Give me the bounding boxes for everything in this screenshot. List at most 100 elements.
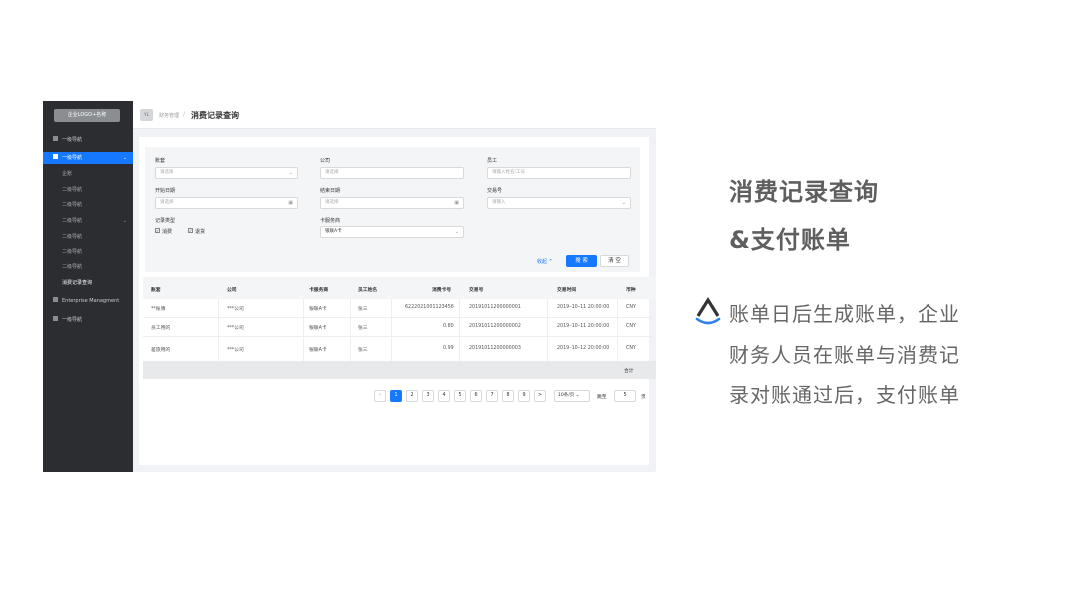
column-header[interactable]: 交易时间 — [557, 286, 576, 293]
sidebar-subitem[interactable]: 二级导航 — [43, 184, 133, 196]
page-button[interactable]: 7 — [486, 390, 498, 402]
column-header[interactable]: 卡服务商 — [309, 286, 328, 293]
company-select[interactable]: 请选择 — [320, 167, 464, 179]
table-cell: 差旅用的 — [151, 348, 171, 353]
page-size-select[interactable]: 10条/页 ⌄ — [554, 390, 590, 402]
table-cell: CNY — [626, 324, 636, 329]
column-header[interactable]: 账套 — [151, 286, 161, 293]
type-refund-checkbox[interactable]: ✓ 退货 — [188, 228, 205, 235]
sidebar-item-consumption-records[interactable]: 消费记录查询 — [43, 277, 133, 289]
type-consume-checkbox[interactable]: ✓ 消费 — [155, 228, 172, 235]
sidebar-subitem[interactable]: 二级导航 — [43, 261, 133, 273]
header-bar: YL 财务管理 / 消费记录查询 — [133, 101, 656, 129]
transaction-select[interactable]: 请输入 ⌄ — [487, 197, 631, 209]
page-title: 消费记录查询 — [191, 111, 239, 120]
transaction-placeholder: 请输入 — [492, 200, 506, 205]
checkbox-label: 消费 — [162, 229, 173, 235]
employee-placeholder: 请输入姓名/工号 — [492, 170, 526, 175]
logo-chevron-smile-icon — [695, 296, 721, 325]
chevron-down-icon: ⌄ — [122, 218, 127, 224]
company-logo[interactable]: 企业LOGO+名称 — [54, 109, 120, 122]
sidebar-subitem[interactable]: 二级导航 — [43, 199, 133, 211]
table-cell: 6222021001123456 — [405, 305, 454, 310]
table-cell: 20191011200000003 — [469, 346, 521, 351]
table-cell: 20191011200000001 — [469, 305, 521, 310]
column-header[interactable]: 消费卡号 — [432, 286, 451, 293]
card-provider-select[interactable]: 银联A卡 ⌄ — [320, 226, 464, 238]
table-cell: ***公司 — [227, 326, 244, 331]
table-cell: 银联A卡 — [309, 348, 327, 353]
checkbox-checked-icon: ✓ — [155, 228, 160, 233]
page-button[interactable]: 5 — [454, 390, 466, 402]
table-row[interactable]: **账簿 ***公司 银联A卡 张三 6222021001123456 2019… — [143, 299, 653, 318]
page-button[interactable]: 8 — [502, 390, 514, 402]
clear-button[interactable]: 清 空 — [600, 255, 629, 267]
sidebar-subitem[interactable]: 企账 — [43, 168, 133, 180]
account-placeholder: 请选择 — [160, 170, 174, 175]
page-button[interactable]: 4 — [438, 390, 450, 402]
sidebar-subitem[interactable]: 二级导航 — [43, 246, 133, 258]
description-line: 录对账通过后，支付账单 — [729, 383, 960, 407]
jump-page-input[interactable]: 5 — [614, 390, 636, 402]
checkbox-label: 退货 — [195, 229, 206, 235]
main-panel: 账套 请选择 ⌄ 公司 请选择 员工 请输入姓名/工号 开始日期 请选择 ▣ 结… — [139, 137, 656, 465]
chevron-down-icon: ⌄ — [122, 155, 127, 161]
sidebar-subitem-expandable[interactable]: 二级导航 ⌄ — [43, 215, 133, 227]
end-date-picker[interactable]: 请选择 ▣ — [320, 197, 464, 209]
table-summary-row: 合计 — [143, 361, 656, 379]
filter-form: 账套 请选择 ⌄ 公司 请选择 员工 请输入姓名/工号 开始日期 请选择 ▣ 结… — [145, 147, 640, 272]
page-unit-label: 页 — [641, 395, 646, 400]
sidebar-item-level1-active[interactable]: 一级导航 ⌄ — [43, 152, 133, 164]
search-button[interactable]: 搜 索 — [566, 255, 597, 267]
breadcrumb-parent[interactable]: 财务管理 — [159, 112, 179, 119]
sidebar-item-label: 二级导航 — [62, 218, 83, 224]
sidebar: 企业LOGO+名称 一级导航 一级导航 ⌄ 企账 二级导航 二级导航 二级导航 … — [43, 101, 133, 472]
page-button[interactable]: 1 — [390, 390, 402, 402]
table-cell: 2019–10–11 20:00:00 — [557, 305, 610, 310]
sidebar-item-level1[interactable]: 一级导航 — [43, 314, 133, 326]
page-button[interactable]: 9 — [518, 390, 530, 402]
table-cell: 0.80 — [443, 324, 454, 329]
table-cell: ***公司 — [227, 348, 244, 353]
sidebar-item-label: 一级导航 — [62, 317, 83, 323]
user-avatar[interactable]: YL — [140, 109, 153, 121]
sidebar-item-label: 一级导航 — [62, 155, 83, 161]
page-button[interactable]: 2 — [406, 390, 418, 402]
app-screenshot: 企业LOGO+名称 一级导航 一级导航 ⌄ 企账 二级导航 二级导航 二级导航 … — [43, 101, 656, 472]
start-date-picker[interactable]: 请选择 ▣ — [155, 197, 298, 209]
grid-icon — [53, 316, 58, 321]
breadcrumb-separator: / — [183, 111, 186, 118]
summary-label: 合计 — [624, 369, 634, 374]
table-row[interactable]: 员工用的 ***公司 银联A卡 张三 0.80 2019101120000000… — [143, 318, 653, 337]
account-select[interactable]: 请选择 ⌄ — [155, 167, 298, 179]
calendar-icon: ▣ — [288, 200, 293, 206]
page-button[interactable]: 6 — [470, 390, 482, 402]
column-header[interactable]: 员工姓名 — [358, 286, 377, 293]
table-row[interactable]: 差旅用的 ***公司 银联A卡 张三 0.99 2019101120000000… — [143, 337, 653, 361]
grid-icon — [53, 154, 58, 159]
sidebar-subitem[interactable]: 二级导航 — [43, 231, 133, 243]
column-header[interactable]: 币种 — [626, 286, 636, 293]
slide-title-line2: &支付账单 — [729, 226, 851, 254]
sidebar-item-level1[interactable]: 一级导航 — [43, 134, 133, 146]
next-page-button[interactable]: > — [534, 390, 546, 402]
start-date-placeholder: 请选择 — [160, 200, 174, 205]
chevron-down-icon: ⌄ — [454, 229, 459, 235]
column-header[interactable]: 公司 — [227, 286, 237, 293]
collapse-toggle[interactable]: 收起 ^ — [537, 258, 553, 265]
table-cell: 张三 — [358, 326, 368, 331]
table-cell: CNY — [626, 346, 636, 351]
employee-label: 员工 — [487, 158, 498, 164]
sidebar-item-label: 一级导航 — [62, 137, 83, 143]
slide: 企业LOGO+名称 一级导航 一级导航 ⌄ 企账 二级导航 二级导航 二级导航 … — [0, 0, 1080, 608]
sidebar-item-enterprise-management[interactable]: Enterprise Managment — [43, 295, 133, 307]
record-type-label: 记录类型 — [155, 218, 176, 224]
page-button[interactable]: 3 — [422, 390, 434, 402]
prev-page-button[interactable]: < — [374, 390, 386, 402]
jump-label: 跳至 — [597, 395, 607, 400]
column-header[interactable]: 交易号 — [469, 286, 483, 293]
transaction-label: 交易号 — [487, 188, 503, 194]
table-cell: 张三 — [358, 348, 368, 353]
table-cell: CNY — [626, 305, 636, 310]
employee-input[interactable]: 请输入姓名/工号 — [487, 167, 631, 179]
